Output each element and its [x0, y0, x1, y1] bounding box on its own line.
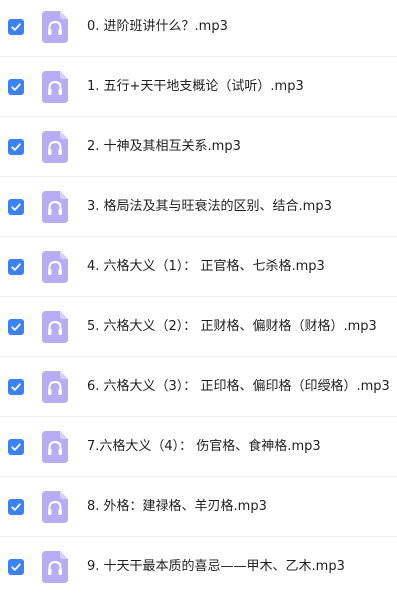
file-row[interactable]: 4. 六格大义（1）： 正官格、七杀格.mp3: [0, 238, 397, 297]
audio-file-headphones-icon: [42, 551, 68, 583]
file-name: 0. 进阶班讲什么？.mp3: [87, 19, 228, 34]
file-row[interactable]: 2. 十神及其相互关系.mp3: [0, 118, 397, 177]
audio-file-headphones-icon: [42, 11, 68, 43]
file-name: 1. 五行+天干地支概论（试听）.mp3: [87, 79, 304, 94]
audio-file-headphones-icon: [42, 71, 68, 103]
file-row[interactable]: 7.六格大义（4）： 伤官格、食神格.mp3: [0, 418, 397, 477]
file-row[interactable]: 8. 外格：建禄格、羊刃格.mp3: [0, 478, 397, 537]
file-row[interactable]: 5. 六格大义（2）： 正财格、偏财格（财格）.mp3: [0, 298, 397, 357]
file-list: 0. 进阶班讲什么？.mp3 1. 五行+天干地支概论（试听）.mp3 2. 十神及…: [0, 0, 397, 593]
checkbox-checked-icon[interactable]: [8, 319, 24, 335]
audio-file-headphones-icon: [42, 371, 68, 403]
checkbox-checked-icon[interactable]: [8, 499, 24, 515]
checkbox-checked-icon[interactable]: [8, 259, 24, 275]
file-row[interactable]: 1. 五行+天干地支概论（试听）.mp3: [0, 58, 397, 117]
file-name: 8. 外格：建禄格、羊刃格.mp3: [87, 499, 267, 514]
file-name: 6. 六格大义（3）： 正印格、偏印格（印绶格）.mp3: [87, 379, 390, 394]
file-name: 9. 十天干最本质的喜忌——甲木、乙木.mp3: [87, 559, 345, 574]
checkbox-checked-icon[interactable]: [8, 199, 24, 215]
audio-file-headphones-icon: [42, 431, 68, 463]
file-row[interactable]: 0. 进阶班讲什么？.mp3: [0, 0, 397, 57]
audio-file-headphones-icon: [42, 311, 68, 343]
file-row[interactable]: 9. 十天干最本质的喜忌——甲木、乙木.mp3: [0, 538, 397, 593]
checkbox-checked-icon[interactable]: [8, 19, 24, 35]
checkbox-checked-icon[interactable]: [8, 379, 24, 395]
file-name: 4. 六格大义（1）： 正官格、七杀格.mp3: [87, 259, 325, 274]
audio-file-headphones-icon: [42, 191, 68, 223]
checkbox-checked-icon[interactable]: [8, 439, 24, 455]
audio-file-headphones-icon: [42, 131, 68, 163]
audio-file-headphones-icon: [42, 251, 68, 283]
file-row[interactable]: 6. 六格大义（3）： 正印格、偏印格（印绶格）.mp3: [0, 358, 397, 417]
file-name: 7.六格大义（4）： 伤官格、食神格.mp3: [87, 439, 321, 454]
checkbox-checked-icon[interactable]: [8, 139, 24, 155]
file-name: 2. 十神及其相互关系.mp3: [87, 139, 241, 154]
file-row[interactable]: 3. 格局法及其与旺衰法的区别、结合.mp3: [0, 178, 397, 237]
file-name: 3. 格局法及其与旺衰法的区别、结合.mp3: [87, 199, 332, 214]
file-name: 5. 六格大义（2）： 正财格、偏财格（财格）.mp3: [87, 319, 377, 334]
checkbox-checked-icon[interactable]: [8, 79, 24, 95]
audio-file-headphones-icon: [42, 491, 68, 523]
checkbox-checked-icon[interactable]: [8, 559, 24, 575]
